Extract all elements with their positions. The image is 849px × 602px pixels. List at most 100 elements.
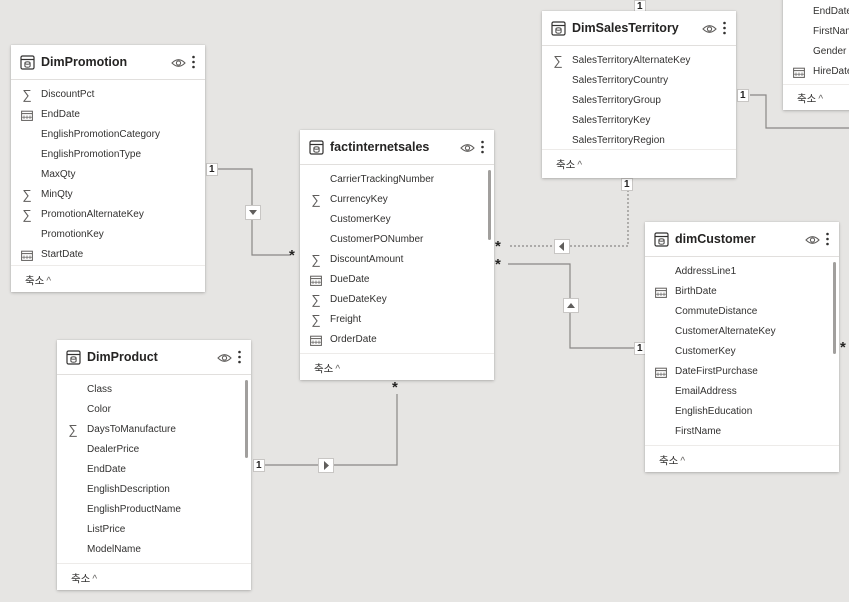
table-card-dimpromotion[interactable]: DimPromotion ∑ DiscountPct EndDate EnglishPr… (11, 45, 205, 292)
field-row[interactable]: DealerPrice (57, 440, 241, 460)
field-name: SalesTerritoryKey (572, 115, 651, 126)
field-row[interactable]: ListPrice (57, 520, 241, 540)
field-row[interactable]: SalesTerritoryRegion (542, 131, 726, 151)
field-row[interactable]: EnglishProductName (57, 500, 241, 520)
field-name: CommuteDistance (675, 306, 758, 317)
field-name: SalesTerritoryGroup (572, 95, 661, 106)
field-row[interactable]: CarrierTrackingNumber (300, 170, 484, 190)
field-row[interactable]: CustomerKey (645, 342, 829, 362)
model-canvas[interactable]: 1 * 1 * 1 * * 1 1 1 * DimPromotion ∑ Disco… (0, 0, 849, 602)
field-row[interactable]: EndDate (11, 105, 195, 125)
field-row[interactable]: CustomerKey (300, 210, 484, 230)
field-name: EmailAddress (675, 386, 737, 397)
filter-direction-up-icon[interactable] (563, 298, 579, 313)
field-row[interactable]: ∑ CurrencyKey (300, 190, 484, 210)
field-row[interactable]: ∑ DaysToManufacture (57, 420, 241, 440)
scrollbar[interactable] (833, 262, 836, 354)
eye-icon[interactable] (460, 141, 475, 153)
collapse-button[interactable]: 축소 ^ (25, 273, 51, 288)
field-row[interactable]: CustomerPONumber (300, 230, 484, 250)
field-row[interactable]: EnglishEducation (645, 402, 829, 422)
field-row[interactable]: EndDate (57, 460, 241, 480)
field-row[interactable]: Color (57, 400, 241, 420)
collapse-button[interactable]: 축소 ^ (314, 361, 340, 376)
eye-icon[interactable] (702, 22, 717, 34)
field-row[interactable]: ∑ PromotionAlternateKey (11, 205, 195, 225)
field-name: EnglishDescription (87, 484, 170, 495)
table-card-dimproduct[interactable]: DimProduct Class Color ∑ DaysToManufacture De… (57, 340, 251, 590)
field-row[interactable]: SalesTerritoryCountry (542, 71, 726, 91)
field-row[interactable]: EndDate (783, 2, 849, 22)
field-row[interactable]: EnglishPromotionType (11, 145, 195, 165)
field-row[interactable]: PromotionKey (11, 225, 195, 245)
scrollbar[interactable] (245, 380, 248, 458)
field-row[interactable]: CommuteDistance (645, 302, 829, 322)
sigma-icon: ∑ (22, 187, 32, 202)
table-card-partial-employee[interactable]: EndDate FirstName Gender HireDate 축소^ (783, 0, 849, 110)
sigma-icon: ∑ (311, 192, 321, 207)
sigma-icon: ∑ (22, 207, 32, 222)
field-row[interactable]: ∑ DueDateKey (300, 290, 484, 310)
table-card-factinternetsales[interactable]: factinternetsales CarrierTrackingNumber ∑ C… (300, 130, 494, 380)
eye-icon[interactable] (217, 351, 232, 363)
field-row[interactable]: DueDate (300, 270, 484, 290)
field-row[interactable]: EmailAddress (645, 382, 829, 402)
table-icon (309, 140, 324, 155)
field-row[interactable]: FirstName (783, 22, 849, 42)
collapse-button[interactable]: 축소 ^ (71, 571, 97, 586)
field-row[interactable]: ModelName (57, 540, 241, 560)
field-name: CarrierTrackingNumber (330, 174, 435, 185)
more-options-icon[interactable] (480, 139, 485, 155)
field-row[interactable]: StartDate (11, 245, 195, 265)
field-row[interactable]: HireDate (783, 62, 849, 82)
eye-icon[interactable] (171, 56, 186, 68)
filter-direction-down-icon[interactable] (245, 205, 261, 220)
field-row[interactable]: EnglishPromotionCategory (11, 125, 195, 145)
more-options-icon[interactable] (825, 231, 830, 247)
chevron-up-icon: ^ (818, 94, 824, 105)
chevron-up-icon: ^ (335, 364, 341, 375)
field-name: SalesTerritoryAlternateKey (572, 55, 691, 66)
table-icon (551, 21, 566, 36)
more-options-icon[interactable] (191, 54, 196, 70)
collapse-button[interactable]: 축소 ^ (797, 91, 823, 106)
more-options-icon[interactable] (722, 20, 727, 36)
field-row[interactable]: FirstName (645, 422, 829, 442)
field-name: HireDate (813, 66, 849, 77)
eye-icon[interactable] (805, 233, 820, 245)
collapse-label: 축소 (71, 573, 91, 585)
chevron-up-icon: ^ (680, 456, 686, 467)
field-row[interactable]: DateFirstPurchase (645, 362, 829, 382)
field-name: BirthDate (675, 286, 717, 297)
collapse-button[interactable]: 축소 ^ (659, 453, 685, 468)
field-name: StartDate (41, 249, 84, 260)
sigma-icon: ∑ (311, 312, 321, 327)
field-row[interactable]: MaxQty (11, 165, 195, 185)
field-row[interactable]: SalesTerritoryGroup (542, 91, 726, 111)
field-name: SalesTerritoryCountry (572, 75, 669, 86)
table-card-dimsalesterritory[interactable]: DimSalesTerritory ∑ SalesTerritoryAlternat… (542, 11, 736, 178)
more-options-icon[interactable] (237, 349, 242, 365)
collapse-label: 축소 (797, 93, 817, 105)
field-row[interactable]: ∑ SalesTerritoryAlternateKey (542, 51, 726, 71)
collapse-button[interactable]: 축소 ^ (556, 157, 582, 172)
field-name: DaysToManufacture (87, 424, 176, 435)
field-row[interactable]: ∑ MinQty (11, 185, 195, 205)
field-name: CustomerKey (675, 346, 736, 357)
footer-divider (542, 149, 736, 150)
filter-direction-left-icon[interactable] (554, 239, 570, 254)
field-row[interactable]: ∑ DiscountPct (11, 85, 195, 105)
field-row[interactable]: ∑ Freight (300, 310, 484, 330)
filter-direction-right-icon[interactable] (318, 458, 334, 473)
scrollbar[interactable] (488, 170, 491, 240)
field-row[interactable]: EnglishDescription (57, 480, 241, 500)
field-row[interactable]: OrderDate (300, 330, 484, 350)
field-row[interactable]: CustomerAlternateKey (645, 322, 829, 342)
field-row[interactable]: ∑ DiscountAmount (300, 250, 484, 270)
field-row[interactable]: AddressLine1 (645, 262, 829, 282)
table-card-dimcustomer[interactable]: dimCustomer AddressLine1 BirthDate CommuteD… (645, 222, 839, 472)
field-row[interactable]: Gender (783, 42, 849, 62)
field-row[interactable]: Class (57, 380, 241, 400)
field-row[interactable]: BirthDate (645, 282, 829, 302)
field-row[interactable]: SalesTerritoryKey (542, 111, 726, 131)
